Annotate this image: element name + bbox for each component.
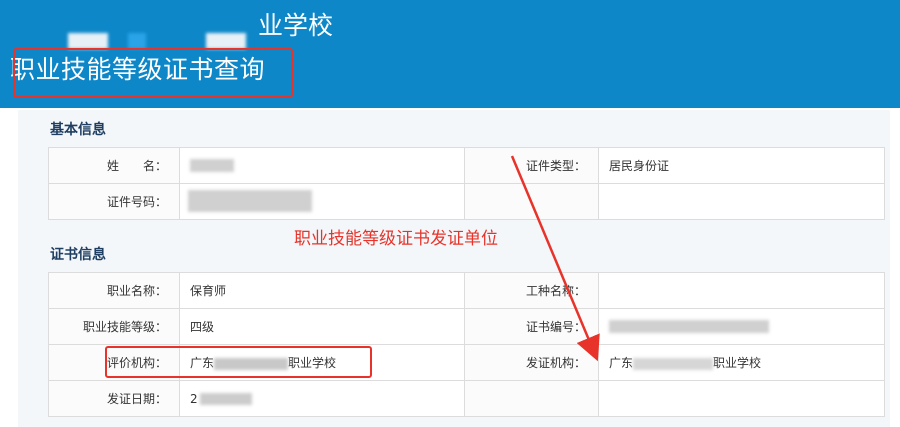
annotation-arrow	[510, 155, 600, 362]
